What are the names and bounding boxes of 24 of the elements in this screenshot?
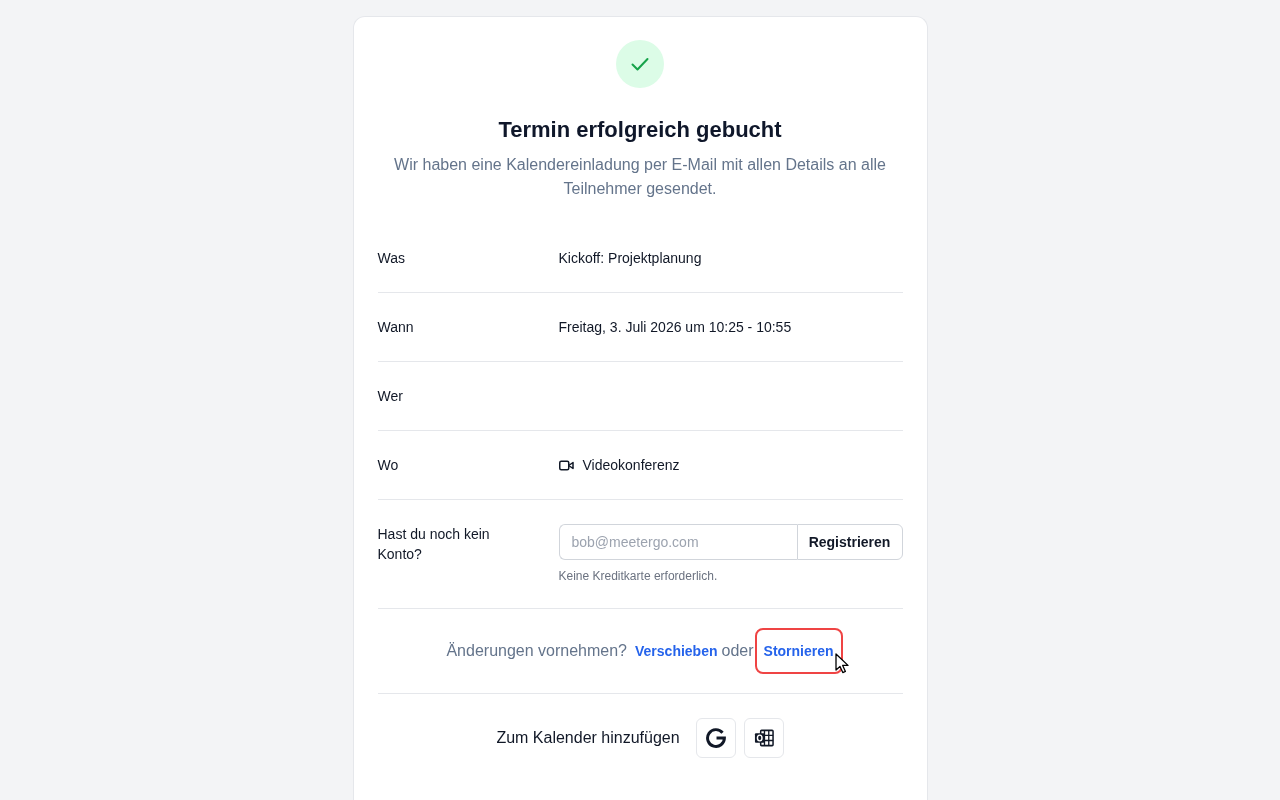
confirmation-title: Termin erfolgreich gebucht [497,117,783,143]
confirmation-message: Wir haben eine Kalendereinladung per E-Mail mit allen Details an alle Teilnehmer gesendet. [393,155,887,199]
register-button[interactable]: Registrieren [796,524,903,560]
change-link[interactable]: Stornieren [763,639,834,663]
video-camera-icon [558,459,574,471]
changes-prompt: Änderungen vornehmen? [446,641,627,661]
hint-text: Keine Kreditkarte erforderlich. [558,568,718,584]
detail-value: Freitag, 3. Juli 2026 um 10:25 - 10:55 [558,318,792,337]
detail-label: Wann [377,318,414,337]
detail-label: Wo [377,456,399,475]
change-link[interactable]: Verschieben [635,639,718,663]
google-g-icon [705,728,726,748]
outlook-icon [753,728,774,748]
detail-label: Was [377,249,405,268]
detail-label: Wer [377,387,403,406]
email-input[interactable]: bob@meetergo.com [558,524,797,560]
add-to-calendar-label: Zum Kalender hinzufügen [496,729,680,747]
check-circle-icon [616,40,664,88]
outlook-calendar-button[interactable] [743,718,784,758]
google-calendar-button[interactable] [695,718,736,758]
detail-label: Hast du noch kein Konto? [377,525,491,564]
location-value: Videokonferenz [582,456,680,475]
separator-text: oder [721,641,754,661]
detail-value: Kickoff: Projektplanung [558,249,702,268]
